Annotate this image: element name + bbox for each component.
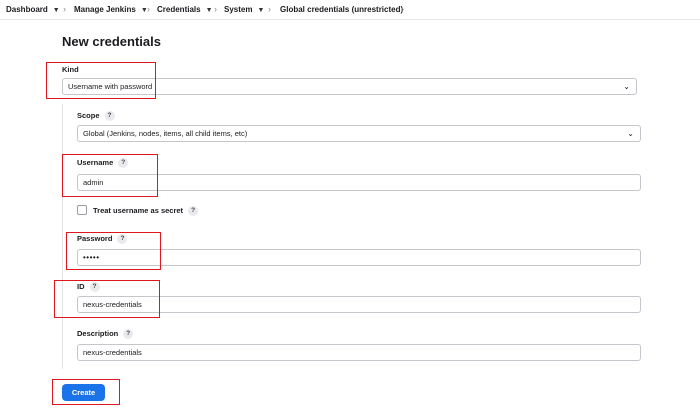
scope-value: Global (Jenkins, nodes, items, all child…	[83, 129, 248, 138]
description-label-text: Description	[77, 329, 119, 338]
chevron-down-icon: ⌄	[627, 129, 634, 138]
help-icon[interactable]: ?	[104, 111, 115, 122]
breadcrumb-item-dashboard[interactable]: Dashboard ▼	[6, 0, 60, 19]
breadcrumb-label: Global credentials (unrestricted)	[280, 5, 404, 14]
breadcrumb-label: Manage Jenkins	[74, 5, 136, 14]
breadcrumb-separator: ›	[147, 4, 150, 14]
scope-select[interactable]: Global (Jenkins, nodes, items, all child…	[77, 125, 641, 142]
scope-label-text: Scope	[77, 111, 100, 120]
breadcrumb-item-global-credentials[interactable]: Global credentials (unrestricted)	[280, 0, 403, 19]
description-label: Description?	[77, 329, 134, 340]
breadcrumb-item-system[interactable]: System ▼	[224, 0, 264, 19]
page-title: New credentials	[62, 34, 161, 49]
treat-username-secret-label: Treat username as secret?	[93, 206, 199, 217]
chevron-down-icon[interactable]: ▼	[53, 1, 60, 20]
chevron-down-icon[interactable]: ▼	[257, 1, 264, 20]
breadcrumb-label: Credentials	[157, 5, 201, 14]
breadcrumb: Dashboard ▼ › Manage Jenkins ▼ › Credentia…	[0, 0, 700, 20]
help-icon[interactable]: ?	[123, 329, 134, 340]
scope-label: Scope?	[77, 111, 115, 122]
username-input[interactable]: admin	[77, 174, 641, 191]
annotation-highlight-create	[52, 379, 120, 405]
annotation-highlight-id	[54, 280, 160, 318]
breadcrumb-separator: ›	[63, 4, 66, 14]
chevron-down-icon[interactable]: ▼	[206, 1, 213, 20]
nested-section-divider	[62, 104, 63, 369]
treat-username-secret-text: Treat username as secret	[93, 206, 184, 215]
annotation-highlight-password	[66, 232, 161, 270]
id-input[interactable]: nexus-credentials	[77, 296, 641, 313]
description-input[interactable]: nexus-credentials	[77, 344, 641, 361]
breadcrumb-item-manage-jenkins[interactable]: Manage Jenkins ▼	[74, 0, 148, 19]
chevron-down-icon: ⌄	[623, 82, 630, 91]
breadcrumb-label: System	[224, 5, 253, 14]
breadcrumb-item-credentials[interactable]: Credentials ▼	[157, 0, 213, 19]
breadcrumb-separator: ›	[214, 4, 217, 14]
breadcrumb-separator: ›	[401, 4, 404, 14]
annotation-highlight-kind	[46, 62, 156, 99]
treat-username-secret-checkbox[interactable]	[77, 205, 87, 215]
password-input[interactable]: •••••	[77, 249, 641, 266]
breadcrumb-label: Dashboard	[6, 5, 48, 14]
breadcrumb-separator: ›	[268, 4, 271, 14]
help-icon[interactable]: ?	[188, 206, 199, 217]
description-value: nexus-credentials	[83, 348, 142, 357]
annotation-highlight-username	[62, 154, 158, 197]
